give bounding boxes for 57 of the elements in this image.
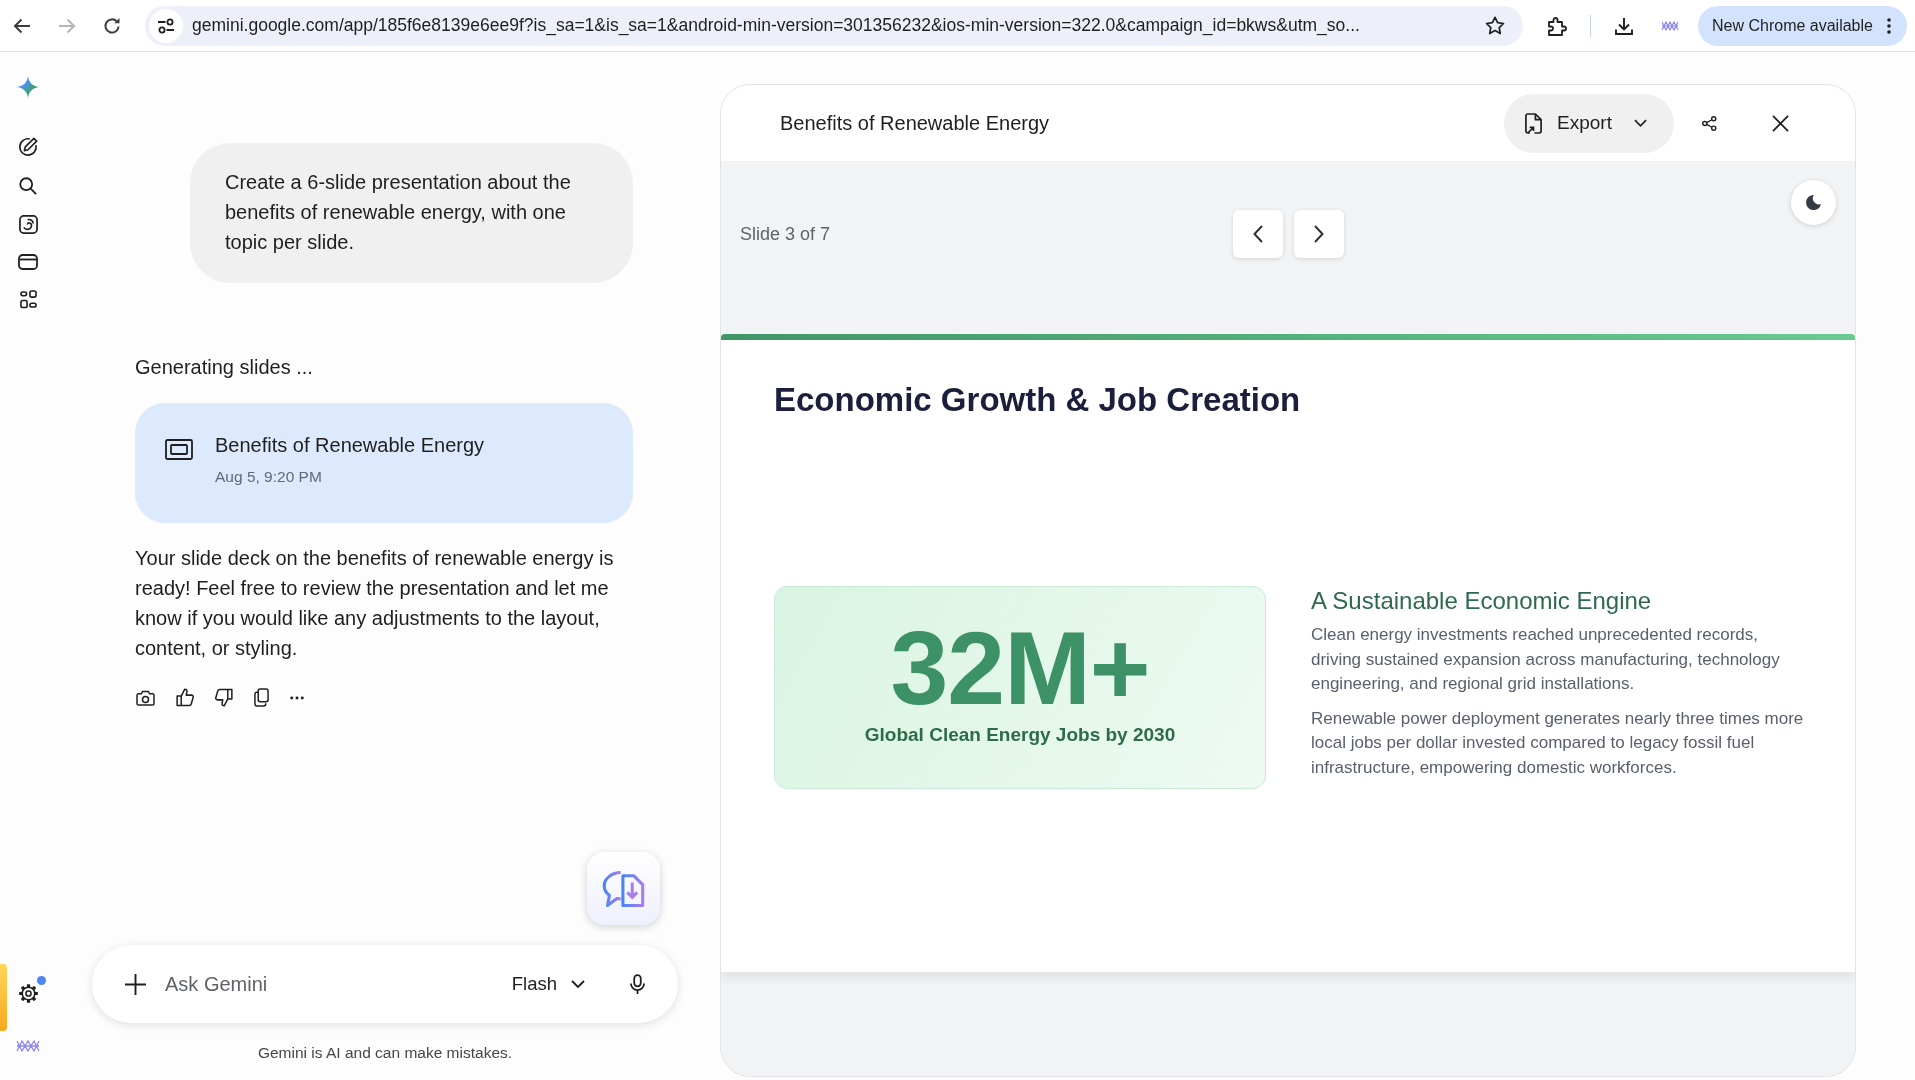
model-selector[interactable]: Flash — [503, 967, 593, 1001]
artifact-date: Aug 5, 9:20 PM — [215, 467, 323, 487]
microphone-icon[interactable] — [630, 973, 645, 995]
apps-icon[interactable] — [19, 290, 37, 309]
export-button[interactable]: Export — [1504, 93, 1674, 153]
caret-icon — [571, 980, 585, 988]
plus-icon[interactable] — [124, 972, 147, 996]
moon-icon — [1805, 194, 1822, 211]
sparkle-logo-icon[interactable] — [16, 75, 40, 99]
reload-icon[interactable] — [103, 16, 121, 35]
stat-label: Global Clean Energy Jobs by 2030 — [864, 723, 1176, 747]
share-icon[interactable] — [1701, 115, 1717, 131]
arrow-left-icon[interactable] — [13, 17, 31, 34]
status-text: Generating slides ... — [135, 355, 314, 380]
download-icon[interactable] — [1615, 16, 1633, 35]
theme-toggle-button[interactable] — [1791, 180, 1836, 225]
chat-download-icon — [601, 868, 646, 909]
slide-paragraph: Renewable power deployment generates nearly three times more local jobs per dollar invested compared to legacy fossil fuel infrastructure, empowering domestic workforces. — [1311, 707, 1805, 779]
chevron-left-icon — [1252, 225, 1263, 243]
user-message: Create a 6-slide presentation about the benefits of renewable energy, with one topic per slide. — [190, 143, 633, 283]
thumbs-up-icon[interactable] — [176, 688, 194, 707]
tray-icon[interactable] — [18, 254, 38, 270]
thumbs-down-icon[interactable] — [215, 688, 233, 707]
document-arrow-icon — [1524, 111, 1543, 135]
section-heading: A Sustainable Economic Engine — [1311, 586, 1653, 616]
new-chrome-button[interactable]: New Chrome available — [1698, 5, 1907, 46]
copy-icon[interactable] — [254, 688, 269, 707]
floating-button[interactable] — [587, 852, 660, 925]
lattice-icon[interactable] — [16, 1040, 40, 1052]
artifact-card[interactable]: Benefits of Renewable Energy Aug 5, 9:20 PM — [135, 403, 633, 523]
address-bar[interactable]: gemini.google.com/app/185f6e8139e6ee9f?is_sa=1&is_sa=1&android-min-version=301356232&ios-min-version=322.0&campaign_id=bkws&utm_so... — [145, 5, 1523, 46]
response-text: Your slide deck on the benefits of renewable energy is ready! Feel free to review the presentation and let me know if you would like any adjustments to the layout, content, or styling. — [135, 546, 615, 661]
star-icon[interactable] — [1485, 16, 1505, 35]
disclaimer-text: Gemini is AI and can make mistakes. — [256, 1043, 514, 1063]
settings-icon[interactable] — [17, 983, 39, 1004]
chevron-right-icon — [1313, 225, 1324, 243]
more-icon[interactable] — [1887, 17, 1891, 34]
caret-icon — [1633, 119, 1647, 127]
slide-title: Economic Growth & Job Creation — [774, 380, 1302, 420]
site-info-button[interactable] — [149, 8, 183, 43]
search-icon[interactable] — [19, 177, 37, 195]
swirl-tile-icon[interactable] — [18, 215, 38, 234]
tune-icon — [157, 17, 175, 34]
slide-counter: Slide 3 of 7 — [740, 223, 832, 246]
more-icon[interactable] — [290, 695, 304, 700]
url-text: gemini.google.com/app/185f6e8139e6ee9f?is_sa=1&is_sa=1&android-min-version=301356232&ios-min-version=322.0&campaign_id=bkws&utm_so... — [192, 15, 1361, 36]
close-icon[interactable] — [1771, 114, 1789, 132]
artifact-title: Benefits of Renewable Energy — [215, 433, 485, 458]
camera-icon[interactable] — [136, 689, 155, 706]
lattice-icon[interactable] — [1661, 20, 1679, 31]
puzzle-icon[interactable] — [1547, 15, 1567, 36]
presentation-icon — [165, 439, 193, 460]
pencil-circle-icon[interactable] — [18, 137, 38, 157]
prompt-input[interactable]: Ask Gemini — [165, 969, 504, 999]
panel-title: Benefits of Renewable Energy — [780, 111, 1051, 135]
slide-paragraph: Clean energy investments reached unprecedented records, driving sustained expansion across manufacturing, technology engineering, and regional grid installations. — [1311, 624, 1781, 695]
stat-value: 32M+ — [890, 613, 1150, 723]
